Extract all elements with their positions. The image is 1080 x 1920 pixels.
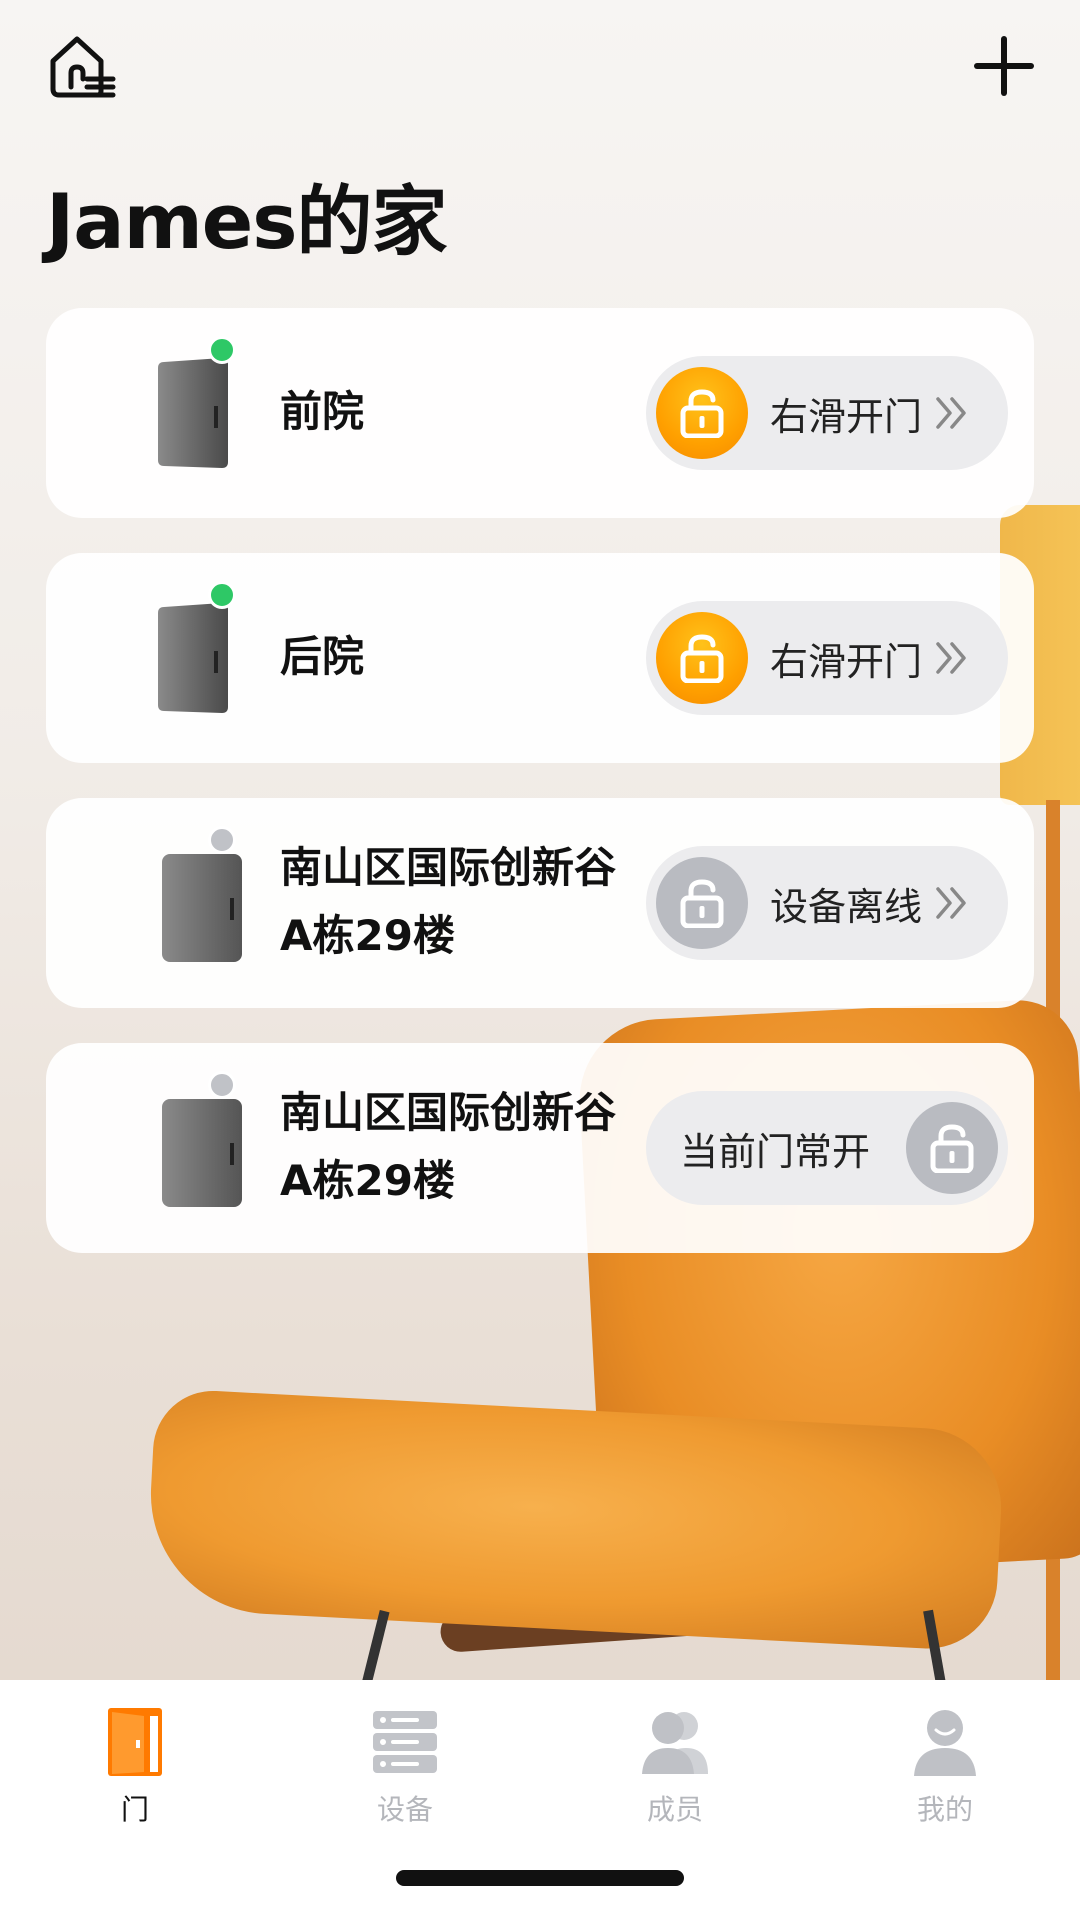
action-label: 当前门常开 [680, 1129, 871, 1174]
double-chevron-right-icon [934, 395, 968, 431]
device-offline-button[interactable]: 设备离线 [646, 846, 1008, 960]
slide-to-unlock-button[interactable]: 右滑开门 [646, 356, 1008, 470]
plus-icon[interactable] [966, 28, 1042, 104]
door-card[interactable]: 南山区国际创新谷A栋29楼 当前门常开 [46, 1043, 1034, 1253]
status-online-dot [208, 581, 236, 609]
tab-devices[interactable]: 设备 [315, 1702, 495, 1828]
unlock-icon [656, 612, 748, 704]
door-icon [118, 838, 248, 968]
door-name: 后院 [280, 632, 365, 681]
status-online-dot [208, 336, 236, 364]
home-indicator [396, 1870, 684, 1886]
home-menu-icon[interactable] [44, 28, 120, 104]
tab-doors[interactable]: 门 [45, 1702, 225, 1828]
slide-to-unlock-button[interactable]: 右滑开门 [646, 601, 1008, 715]
tab-profile[interactable]: 我的 [855, 1702, 1035, 1828]
door-card[interactable]: 南山区国际创新谷A栋29楼 设备离线 [46, 798, 1034, 1008]
door-card[interactable]: 后院 右滑开门 [46, 553, 1034, 763]
tab-label: 我的 [916, 1793, 973, 1826]
door-card[interactable]: 前院 右滑开门 [46, 308, 1034, 518]
action-label: 设备离线 [770, 884, 923, 929]
unlock-icon [656, 367, 748, 459]
door-icon [118, 593, 248, 723]
unlock-icon [656, 857, 748, 949]
status-offline-dot [208, 826, 236, 854]
page-title: James的家 [46, 177, 448, 266]
door-name: 南山区国际创新谷A栋29楼 [280, 843, 617, 960]
status-offline-dot [208, 1071, 236, 1099]
chair-seat [144, 1387, 1006, 1653]
tab-label: 设备 [376, 1793, 433, 1826]
members-icon [635, 1702, 715, 1782]
devices-icon [365, 1702, 445, 1782]
tab-members[interactable]: 成员 [585, 1702, 765, 1828]
profile-icon [905, 1702, 985, 1782]
door-icon [118, 348, 248, 478]
action-label: 右滑开门 [770, 639, 923, 684]
door-icon [118, 1083, 248, 1213]
tab-label: 门 [120, 1793, 149, 1826]
door-name: 南山区国际创新谷A栋29楼 [280, 1088, 617, 1205]
chair-leg [360, 1609, 390, 1680]
action-label: 右滑开门 [770, 394, 923, 439]
double-chevron-right-icon [934, 885, 968, 921]
tab-label: 成员 [646, 1793, 703, 1826]
door-always-open-button[interactable]: 当前门常开 [646, 1091, 1008, 1205]
unlock-icon [906, 1102, 998, 1194]
door-icon [95, 1702, 175, 1782]
double-chevron-right-icon [934, 640, 968, 676]
door-name: 前院 [280, 387, 365, 436]
